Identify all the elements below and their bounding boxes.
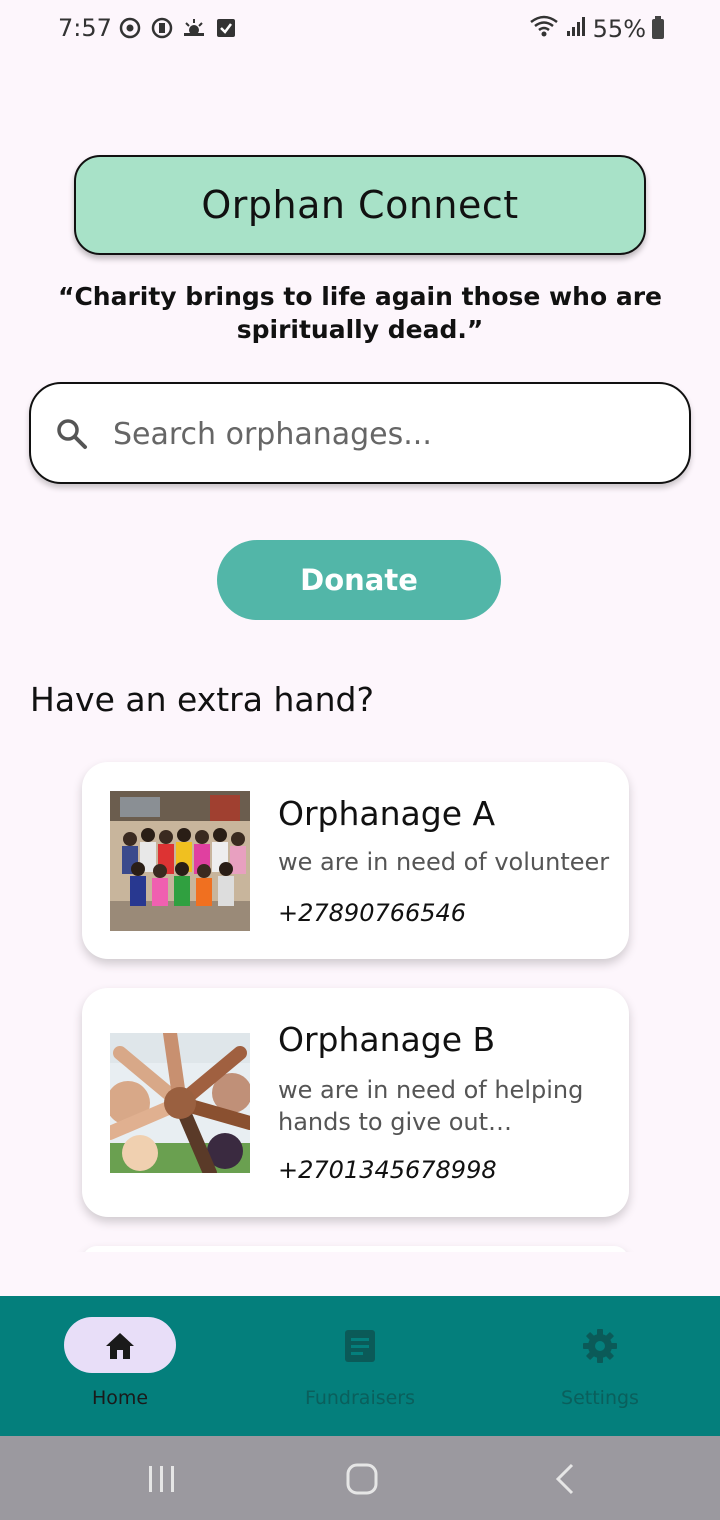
weather-icon (182, 16, 206, 40)
orphanage-a-photo (110, 791, 250, 931)
quote-text: “Charity brings to life again those who … (58, 282, 662, 344)
sync-icon (118, 16, 142, 40)
status-time: 7:57 (58, 14, 112, 42)
orphanage-card-a[interactable]: Orphanage A we are in need of volunteer … (82, 762, 629, 959)
app-title-banner: Orphan Connect (74, 155, 646, 255)
orphanage-b-photo (110, 1033, 250, 1173)
nav-home-label: Home (91, 1387, 149, 1409)
list-clip-area (0, 1252, 720, 1296)
status-right-group: 55% (529, 14, 664, 44)
orphanage-description: we are in need of helping hands to give … (278, 1076, 584, 1136)
wifi-icon (529, 14, 559, 44)
orphanage-name: Orphanage A (278, 794, 496, 833)
nav-fundraisers[interactable]: Fundraisers (240, 1296, 480, 1436)
document-icon (342, 1328, 378, 1364)
bottom-navigation: Home Fundraisers Settings (0, 1296, 720, 1436)
battery-level: 55% (592, 15, 646, 43)
home-icon (102, 1328, 138, 1364)
orphanage-phone[interactable]: +2701345678998 (278, 1156, 497, 1184)
battery-icon (652, 16, 664, 39)
orphanage-description: we are in need of volunteer (278, 848, 610, 876)
back-icon[interactable] (546, 1462, 586, 1496)
donate-button[interactable]: Donate (217, 540, 501, 620)
status-notification-icons (118, 16, 238, 40)
system-navigation-bar (0, 1436, 720, 1520)
checkbox-icon (214, 16, 238, 40)
search-input[interactable] (111, 408, 655, 460)
nav-home[interactable]: Home (0, 1296, 240, 1436)
app-title: Orphan Connect (201, 183, 519, 227)
gear-icon (582, 1328, 618, 1364)
record-icon (150, 16, 174, 40)
search-bar[interactable] (29, 382, 691, 484)
recent-apps-icon[interactable] (142, 1462, 182, 1496)
nav-settings[interactable]: Settings (480, 1296, 720, 1436)
nav-fundraisers-label: Fundraisers (304, 1387, 416, 1409)
orphanage-phone[interactable]: +27890766546 (278, 899, 466, 927)
orphanage-name: Orphanage B (278, 1020, 496, 1059)
orphanage-card-b[interactable]: Orphanage B we are in need of helping ha… (82, 988, 629, 1217)
signal-icon (565, 15, 587, 43)
status-bar: 7:57 55% (0, 0, 720, 60)
nav-settings-label: Settings (561, 1387, 639, 1409)
search-icon (55, 417, 89, 451)
section-title: Have an extra hand? (30, 680, 374, 719)
home-button-icon[interactable] (342, 1462, 382, 1496)
